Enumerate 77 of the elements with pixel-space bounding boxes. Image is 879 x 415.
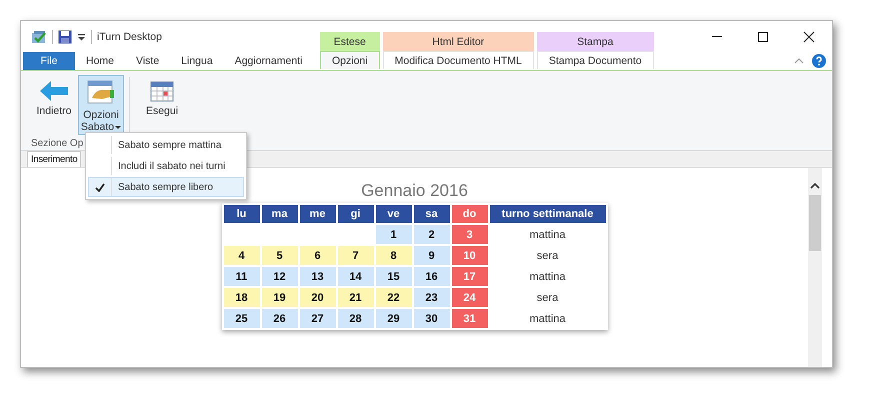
app-icon <box>31 30 47 44</box>
day-cell: 24 <box>452 288 488 307</box>
collapse-ribbon-button[interactable] <box>794 58 804 64</box>
column-header: gi <box>338 205 374 223</box>
day-cell: 12 <box>262 267 298 286</box>
day-cell: 1 <box>376 225 412 244</box>
ribbon-tab[interactable]: File <box>23 52 75 70</box>
document-tab[interactable]: Inserimento <box>27 151 82 167</box>
shift-cell-text: mattina <box>528 228 567 242</box>
day-cell: 10 <box>452 246 488 265</box>
day-cell: 31 <box>452 309 488 328</box>
calendar-icon <box>150 80 174 102</box>
day-cell: 8 <box>376 246 412 265</box>
day-cell: 7 <box>338 246 374 265</box>
close-icon[interactable] <box>803 30 815 42</box>
menu-item[interactable]: Includi il sabato nei turni <box>88 156 244 176</box>
column-header: sa <box>414 205 450 223</box>
day-cell: 20 <box>300 288 336 307</box>
column-header: turno settimanale <box>490 205 606 223</box>
calendar-title: Gennaio 2016 <box>361 181 468 201</box>
day-cell: 23 <box>414 288 450 307</box>
group-label: Sezione Op <box>30 137 84 151</box>
context-group-header: Stampa <box>536 32 654 51</box>
calendar-hand-icon <box>86 80 116 106</box>
day-cell: 17 <box>452 267 488 286</box>
ribbon-button[interactable]: Indietro <box>31 75 77 135</box>
day-cell: 19 <box>262 288 298 307</box>
day-cell: 5 <box>262 246 298 265</box>
ribbon-tab[interactable]: Modifica Documento HTML <box>382 51 534 69</box>
day-cell: 28 <box>338 309 374 328</box>
caret-icon <box>77 32 86 40</box>
shift-cell-text: sera <box>536 290 560 306</box>
column-header: ve <box>376 205 412 223</box>
window-title: iTurn Desktop <box>97 30 162 42</box>
day-cell: 3 <box>452 225 488 244</box>
day-cell: 6 <box>300 246 336 265</box>
day-cell: 4 <box>224 246 260 265</box>
scrollbar-thumb[interactable] <box>809 195 821 251</box>
ribbon-button[interactable]: Opzioni Sabato <box>78 75 124 135</box>
ribbon-tab[interactable]: Lingua <box>170 52 224 70</box>
day-cell: 21 <box>338 288 374 307</box>
column-header: lu <box>224 205 260 223</box>
scroll-up-button[interactable] <box>810 182 820 189</box>
column-header: me <box>300 205 336 223</box>
column-header: do <box>452 205 488 223</box>
ribbon-tab[interactable]: Aggiornamenti <box>224 52 314 70</box>
shift-cell-text: mattina <box>528 312 567 326</box>
menu-item[interactable]: Sabato sempre mattina <box>88 135 244 155</box>
day-cell: 9 <box>414 246 450 265</box>
ribbon-tab[interactable]: Opzioni <box>320 51 380 69</box>
day-cell: 25 <box>224 309 260 328</box>
day-cell: 14 <box>338 267 374 286</box>
check-icon <box>95 182 105 192</box>
shift-cell-text: mattina <box>528 270 567 284</box>
ribbon-tab[interactable]: Home <box>75 52 126 70</box>
shift-cell-text: sera <box>536 248 560 264</box>
day-cell: 11 <box>224 267 260 286</box>
day-cell: 26 <box>262 309 298 328</box>
context-group-header: Estese <box>320 32 380 51</box>
context-group-header: Html Editor <box>382 32 534 51</box>
day-cell: 13 <box>300 267 336 286</box>
ribbon-tab[interactable]: Viste <box>125 52 170 70</box>
column-header: ma <box>262 205 298 223</box>
day-cell: 30 <box>414 309 450 328</box>
day-cell: 22 <box>376 288 412 307</box>
day-cell: 16 <box>414 267 450 286</box>
save-icon <box>58 30 72 44</box>
day-cell: 2 <box>414 225 450 244</box>
ribbon-tab[interactable]: Stampa Documento <box>536 51 654 69</box>
day-cell: 29 <box>376 309 412 328</box>
day-cell: 18 <box>224 288 260 307</box>
day-cell: 27 <box>300 309 336 328</box>
back-arrow-icon <box>39 80 69 102</box>
maximize-icon[interactable] <box>757 30 769 42</box>
menu-item[interactable]: Sabato sempre libero <box>88 177 244 197</box>
help-icon[interactable] <box>812 54 826 68</box>
day-cell: 15 <box>376 267 412 286</box>
